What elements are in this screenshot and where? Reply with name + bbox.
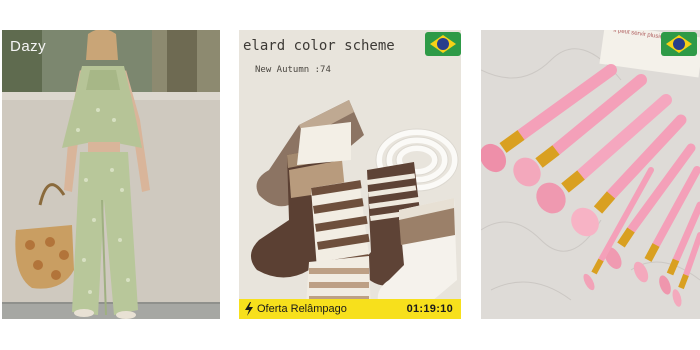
countdown-timer: 01:19:10 [406, 303, 453, 315]
lightning-icon [245, 302, 253, 316]
outfit-photo [2, 30, 220, 319]
flash-sale-bar[interactable]: Oferta Relâmpago 01:19:10 [239, 299, 461, 319]
product-card-socks[interactable]: elard color scheme New Autumn :74 Oferta… [239, 30, 461, 319]
flash-sale-label: Oferta Relâmpago [257, 303, 347, 315]
brazil-flag-icon [425, 32, 461, 56]
product-card-outfit[interactable]: Dazy [2, 30, 220, 319]
product-subline: New Autumn :74 [255, 65, 331, 75]
product-headline: elard color scheme [243, 38, 395, 54]
brazil-flag-icon [661, 32, 697, 56]
brand-watermark: Dazy [10, 38, 47, 55]
brushes-photo [481, 30, 700, 319]
product-card-brushes[interactable]: Il peut servir plusieurs... [481, 30, 700, 319]
